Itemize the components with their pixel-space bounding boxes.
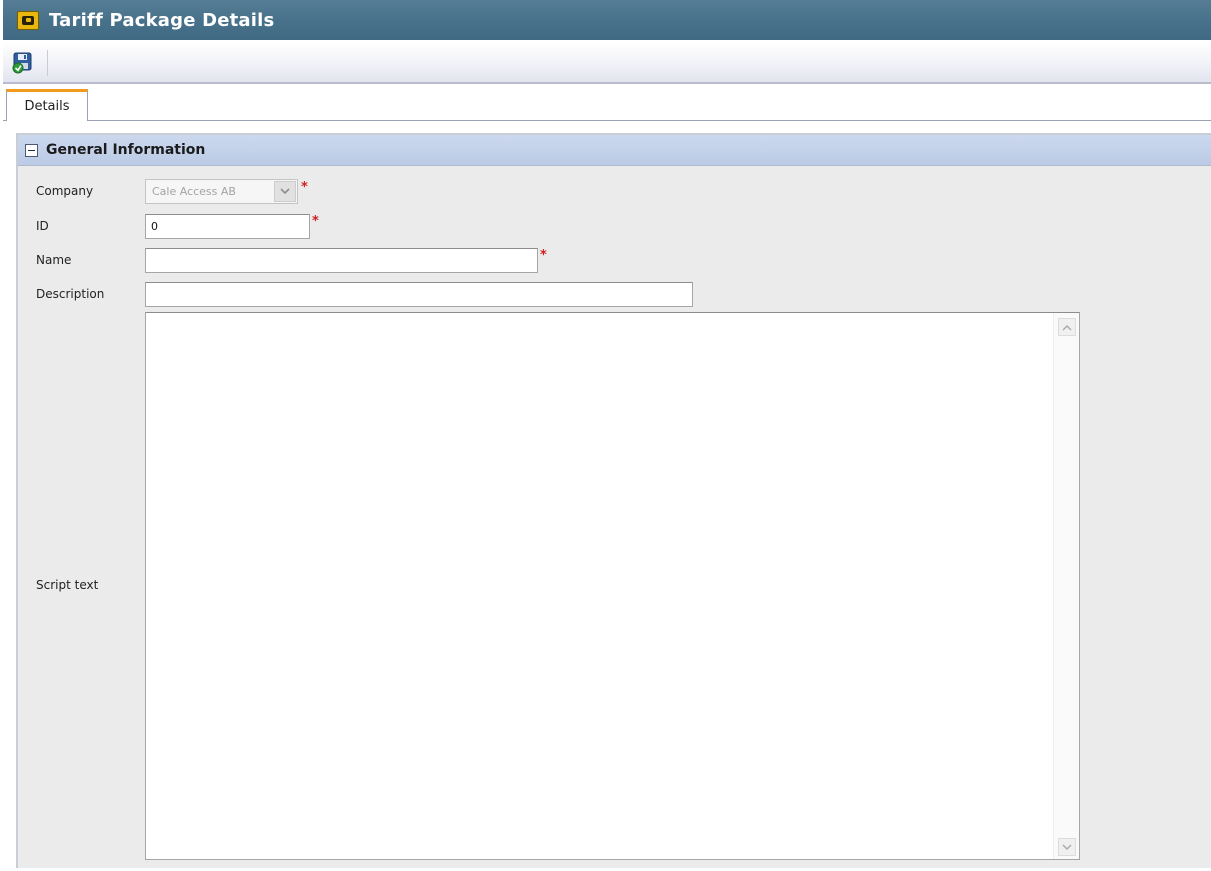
id-field[interactable] [145,214,310,239]
general-information-section: General Information Company Cale Access … [16,133,1211,868]
scroll-down-button[interactable] [1058,838,1076,856]
tariff-package-icon [17,10,39,30]
name-label: Name [36,253,72,267]
script-text-scrollbar[interactable] [1053,313,1079,859]
collapse-icon[interactable] [25,143,38,157]
window-title-bar: Tariff Package Details [3,0,1211,40]
chevron-down-icon [1062,844,1072,850]
section-header[interactable]: General Information [18,135,1211,166]
chevron-down-icon[interactable] [274,181,296,202]
company-select-value: Cale Access AB [152,185,236,198]
company-label: Company [36,184,94,198]
script-text-label: Script text [36,578,99,592]
name-field[interactable] [145,248,538,273]
script-text-area[interactable] [146,313,1051,859]
chevron-up-icon [1062,324,1072,330]
tab-strip: Details [3,87,1211,121]
window-title: Tariff Package Details [49,9,275,31]
details-panel: General Information Company Cale Access … [3,121,1211,871]
toolbar [3,42,1211,84]
id-required-marker: * [312,214,319,229]
script-text-container [145,312,1080,860]
tab-details[interactable]: Details [6,89,88,121]
save-icon [12,52,32,74]
section-title: General Information [46,142,206,158]
company-required-marker: * [301,180,308,195]
id-label: ID [36,219,49,233]
name-required-marker: * [540,248,547,263]
description-label: Description [36,287,105,301]
company-select[interactable]: Cale Access AB [145,179,298,204]
scroll-up-button[interactable] [1058,318,1076,336]
toolbar-separator [47,50,48,76]
save-button[interactable] [11,52,33,74]
description-field[interactable] [145,282,693,307]
